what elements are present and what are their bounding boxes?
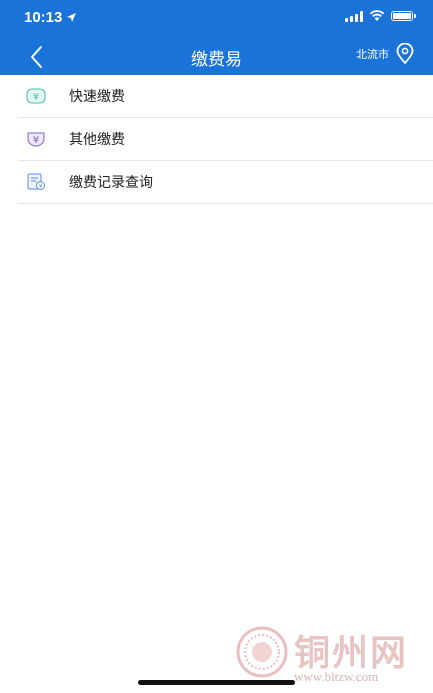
back-button[interactable]: [26, 44, 50, 70]
status-time: 10:13: [24, 9, 77, 26]
home-indicator: [138, 680, 295, 685]
status-time-label: 10:13: [24, 9, 63, 26]
bill-record-icon: ¥: [26, 173, 48, 191]
svg-text:¥: ¥: [33, 135, 39, 146]
menu-item-label: 缴费记录查询: [69, 174, 153, 190]
yuan-badge-icon: ¥: [26, 87, 48, 105]
location-pin-icon: [396, 43, 414, 65]
wifi-icon: [369, 10, 385, 21]
watermark-url: www.bltzw.com: [294, 669, 379, 684]
status-indicators: [345, 10, 416, 22]
menu-item-quick-payment[interactable]: ¥ 快速缴费: [18, 75, 433, 118]
menu-item-other-payment[interactable]: ¥ 其他缴费: [18, 118, 433, 161]
nav-bar: 10:13 缴费易 北流市: [0, 0, 433, 75]
menu-item-label: 其他缴费: [69, 131, 125, 147]
svg-text:¥: ¥: [39, 183, 43, 190]
city-selector[interactable]: 北流市: [356, 43, 415, 65]
watermark-logo-icon: [236, 626, 288, 678]
svg-text:¥: ¥: [33, 92, 39, 103]
location-arrow-icon: [67, 13, 77, 22]
battery-icon: [391, 11, 416, 21]
menu-item-label: 快速缴费: [69, 88, 125, 104]
menu-item-payment-records[interactable]: ¥ 缴费记录查询: [18, 161, 433, 204]
yuan-shield-icon: ¥: [26, 130, 48, 148]
signal-icon: [345, 10, 363, 22]
chevron-left-icon: [31, 46, 42, 68]
watermark: 铜州网 www.bltzw.com: [232, 622, 427, 688]
payment-menu: ¥ 快速缴费 ¥ 其他缴费 ¥ 缴费记录查询: [18, 75, 433, 204]
city-label: 北流市: [356, 49, 389, 61]
